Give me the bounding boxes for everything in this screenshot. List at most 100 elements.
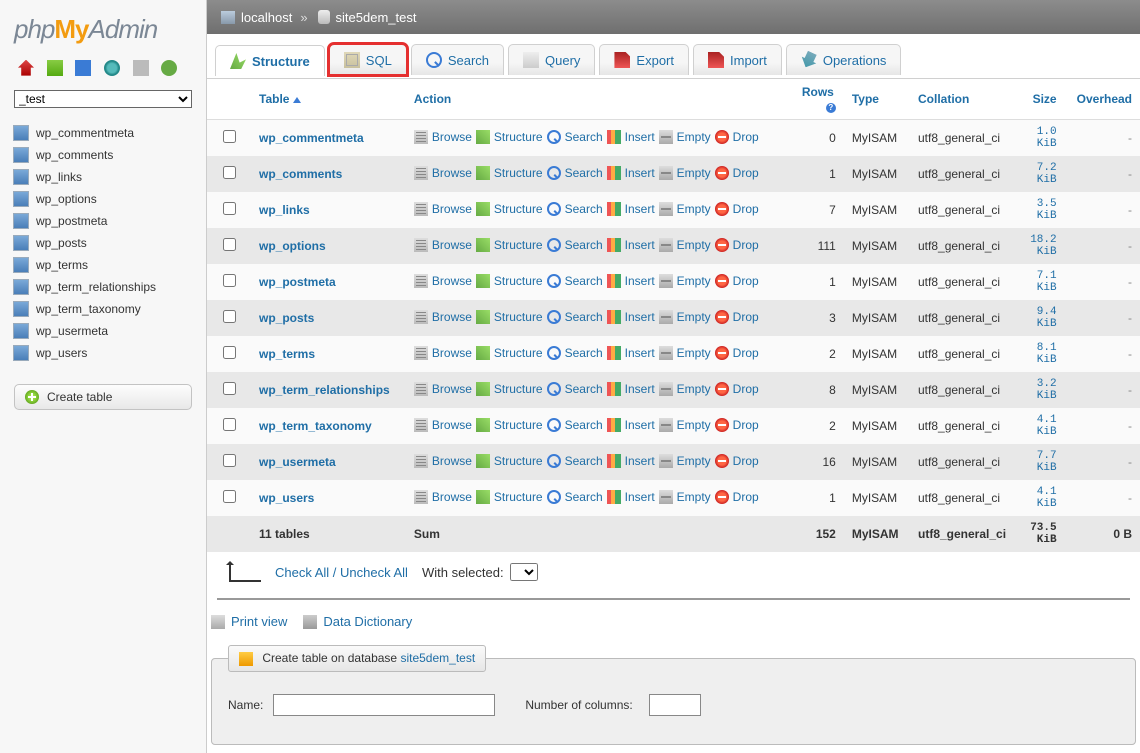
action-search[interactable]: Search: [547, 490, 603, 504]
tree-item[interactable]: wp_term_taxonomy: [14, 298, 200, 320]
action-structure[interactable]: Structure: [476, 130, 543, 144]
action-structure[interactable]: Structure: [476, 202, 543, 216]
docs-icon[interactable]: [133, 60, 149, 76]
table-name-link[interactable]: wp_users: [259, 491, 314, 505]
col-size[interactable]: Size: [1020, 79, 1065, 120]
action-structure[interactable]: Structure: [476, 418, 543, 432]
tab-operations[interactable]: Operations: [786, 44, 902, 75]
table-name-link[interactable]: wp_links: [259, 203, 310, 217]
action-structure[interactable]: Structure: [476, 310, 543, 324]
action-drop[interactable]: Drop: [715, 454, 759, 468]
logo[interactable]: phpMyAdmin: [0, 0, 206, 55]
table-name-link[interactable]: wp_terms: [259, 347, 315, 361]
action-insert[interactable]: Insert: [607, 382, 655, 396]
action-insert[interactable]: Insert: [607, 166, 655, 180]
tab-import[interactable]: Import: [693, 44, 782, 75]
help-icon[interactable]: [104, 60, 120, 76]
action-drop[interactable]: Drop: [715, 202, 759, 216]
action-structure[interactable]: Structure: [476, 490, 543, 504]
col-rows[interactable]: Rows?: [791, 79, 844, 120]
action-insert[interactable]: Insert: [607, 454, 655, 468]
table-name-link[interactable]: wp_comments: [259, 167, 342, 181]
action-browse[interactable]: Browse: [414, 418, 472, 432]
col-collation[interactable]: Collation: [910, 79, 1020, 120]
action-empty[interactable]: Empty: [659, 346, 711, 360]
action-insert[interactable]: Insert: [607, 274, 655, 288]
new-table-name-input[interactable]: [273, 694, 495, 716]
action-drop[interactable]: Drop: [715, 274, 759, 288]
action-empty[interactable]: Empty: [659, 310, 711, 324]
row-checkbox[interactable]: [223, 454, 236, 467]
row-checkbox[interactable]: [223, 274, 236, 287]
action-empty[interactable]: Empty: [659, 490, 711, 504]
action-drop[interactable]: Drop: [715, 166, 759, 180]
action-structure[interactable]: Structure: [476, 274, 543, 288]
action-empty[interactable]: Empty: [659, 202, 711, 216]
action-drop[interactable]: Drop: [715, 310, 759, 324]
create-legend-db[interactable]: site5dem_test: [400, 651, 475, 665]
tree-item[interactable]: wp_links: [14, 166, 200, 188]
action-insert[interactable]: Insert: [607, 310, 655, 324]
action-drop[interactable]: Drop: [715, 382, 759, 396]
action-structure[interactable]: Structure: [476, 382, 543, 396]
action-search[interactable]: Search: [547, 310, 603, 324]
col-table[interactable]: Table: [251, 79, 406, 120]
action-search[interactable]: Search: [547, 454, 603, 468]
action-search[interactable]: Search: [547, 346, 603, 360]
table-name-link[interactable]: wp_postmeta: [259, 275, 336, 289]
action-browse[interactable]: Browse: [414, 346, 472, 360]
table-name-link[interactable]: wp_commentmeta: [259, 131, 364, 145]
tree-item[interactable]: wp_comments: [14, 144, 200, 166]
tab-query[interactable]: Query: [508, 44, 595, 75]
row-checkbox[interactable]: [223, 382, 236, 395]
tree-item[interactable]: wp_posts: [14, 232, 200, 254]
new-table-columns-input[interactable]: [649, 694, 701, 716]
tree-item[interactable]: wp_options: [14, 188, 200, 210]
action-browse[interactable]: Browse: [414, 202, 472, 216]
action-drop[interactable]: Drop: [715, 418, 759, 432]
table-name-link[interactable]: wp_usermeta: [259, 455, 336, 469]
action-drop[interactable]: Drop: [715, 238, 759, 252]
reload-icon[interactable]: [161, 60, 177, 76]
data-dictionary-link[interactable]: Data Dictionary: [303, 614, 412, 629]
row-checkbox[interactable]: [223, 346, 236, 359]
row-checkbox[interactable]: [223, 418, 236, 431]
action-browse[interactable]: Browse: [414, 310, 472, 324]
check-all-link[interactable]: Check All / Uncheck All: [275, 565, 408, 580]
breadcrumb-server[interactable]: localhost: [241, 10, 292, 25]
tree-item[interactable]: wp_users: [14, 342, 200, 364]
action-empty[interactable]: Empty: [659, 382, 711, 396]
action-search[interactable]: Search: [547, 382, 603, 396]
create-table-button[interactable]: Create table: [14, 384, 192, 410]
action-browse[interactable]: Browse: [414, 382, 472, 396]
action-search[interactable]: Search: [547, 130, 603, 144]
tree-item[interactable]: wp_commentmeta: [14, 122, 200, 144]
action-structure[interactable]: Structure: [476, 166, 543, 180]
action-browse[interactable]: Browse: [414, 238, 472, 252]
tree-item[interactable]: wp_usermeta: [14, 320, 200, 342]
row-checkbox[interactable]: [223, 310, 236, 323]
home-icon[interactable]: [18, 60, 34, 76]
action-empty[interactable]: Empty: [659, 238, 711, 252]
action-insert[interactable]: Insert: [607, 418, 655, 432]
col-type[interactable]: Type: [844, 79, 910, 120]
action-drop[interactable]: Drop: [715, 490, 759, 504]
query-window-icon[interactable]: [75, 60, 91, 76]
action-insert[interactable]: Insert: [607, 346, 655, 360]
tab-structure[interactable]: Structure: [215, 45, 325, 76]
action-search[interactable]: Search: [547, 166, 603, 180]
action-browse[interactable]: Browse: [414, 490, 472, 504]
action-browse[interactable]: Browse: [414, 454, 472, 468]
action-empty[interactable]: Empty: [659, 418, 711, 432]
tab-export[interactable]: Export: [599, 44, 689, 75]
action-insert[interactable]: Insert: [607, 202, 655, 216]
logout-icon[interactable]: [47, 60, 63, 76]
action-drop[interactable]: Drop: [715, 346, 759, 360]
with-selected-select[interactable]: [510, 563, 538, 581]
action-empty[interactable]: Empty: [659, 130, 711, 144]
action-drop[interactable]: Drop: [715, 130, 759, 144]
action-structure[interactable]: Structure: [476, 346, 543, 360]
table-name-link[interactable]: wp_posts: [259, 311, 314, 325]
row-checkbox[interactable]: [223, 238, 236, 251]
action-insert[interactable]: Insert: [607, 238, 655, 252]
